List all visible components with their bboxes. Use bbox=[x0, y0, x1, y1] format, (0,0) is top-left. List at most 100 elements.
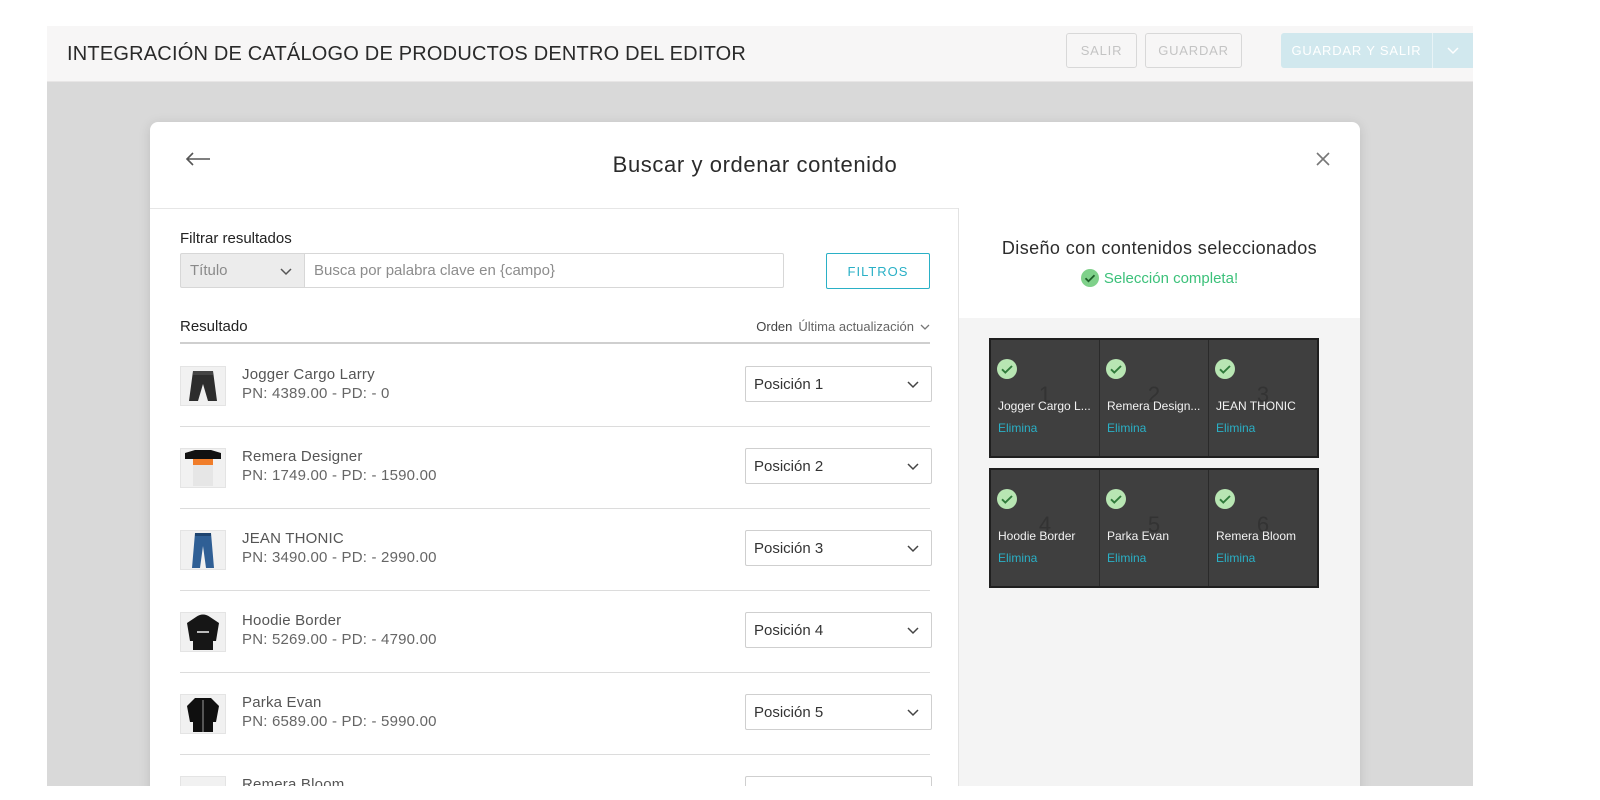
order-label: Orden bbox=[756, 319, 793, 334]
remove-link[interactable]: Elimina bbox=[998, 421, 1037, 435]
position-value: Posición 4 bbox=[754, 621, 824, 639]
product-name: Jogger Cargo Larry bbox=[242, 366, 375, 383]
jeans-icon bbox=[192, 533, 214, 568]
slot-product-name: Remera Design... bbox=[1107, 399, 1201, 413]
product-name: Parka Evan bbox=[242, 694, 322, 711]
selection-title: Diseño con contenidos seleccionados bbox=[1001, 238, 1318, 258]
modal-title: Buscar y ordenar contenido bbox=[612, 152, 898, 177]
position-select[interactable]: Posición 1 bbox=[745, 366, 932, 402]
result-row: Jogger Cargo Larry PN: 4389.00 - PD: - 0… bbox=[180, 344, 932, 427]
check-circle-icon bbox=[1080, 269, 1099, 287]
product-thumbnail bbox=[180, 612, 226, 652]
product-name: Remera Designer bbox=[242, 448, 363, 465]
product-name: Hoodie Border bbox=[242, 612, 342, 629]
order-value: Última actualización bbox=[798, 319, 914, 334]
layout-row: 4 Hoodie Border Elimina 5 Parka Evan Eli… bbox=[989, 468, 1319, 588]
selection-status-text: Selección completa! bbox=[1103, 269, 1239, 287]
parka-icon bbox=[187, 698, 219, 732]
editor-app: INTEGRACIÓN DE CATÁLOGO DE PRODUCTOS DEN… bbox=[47, 26, 1473, 786]
position-select[interactable]: Posición 2 bbox=[745, 448, 932, 484]
chevron-down-icon bbox=[907, 623, 919, 643]
check-circle-icon bbox=[997, 359, 1017, 379]
result-row: Remera Designer PN: 1749.00 - PD: - 1590… bbox=[180, 426, 932, 509]
remove-link[interactable]: Elimina bbox=[1216, 421, 1255, 435]
result-row: Parka Evan PN: 6589.00 - PD: - 5990.00 P… bbox=[180, 672, 932, 755]
modal-header: Buscar y ordenar contenido bbox=[150, 122, 1360, 209]
guardar-y-salir-button[interactable]: GUARDAR Y SALIR bbox=[1281, 33, 1473, 68]
layout-slot: 4 Hoodie Border Elimina bbox=[991, 470, 1100, 586]
results-label: Resultado bbox=[180, 318, 248, 335]
tshirt-icon bbox=[185, 450, 221, 486]
layout-slot: 3 JEAN THONIC Elimina bbox=[1209, 340, 1317, 456]
slot-product-name: Hoodie Border bbox=[998, 529, 1076, 543]
check-circle-icon bbox=[1106, 359, 1126, 379]
filtros-button[interactable]: FILTROS bbox=[826, 253, 930, 289]
guardar-y-salir-label[interactable]: GUARDAR Y SALIR bbox=[1281, 33, 1433, 68]
remove-link[interactable]: Elimina bbox=[998, 551, 1037, 565]
salir-button[interactable]: SALIR bbox=[1066, 33, 1137, 68]
position-value: Posición 5 bbox=[754, 703, 824, 721]
product-thumbnail bbox=[180, 530, 226, 570]
product-thumbnail bbox=[180, 448, 226, 488]
chevron-down-icon[interactable] bbox=[1433, 33, 1473, 68]
layout-slot: 1 Jogger Cargo L... Elimina bbox=[991, 340, 1100, 456]
sort-order-select[interactable]: Orden Última actualización bbox=[756, 319, 930, 334]
editor-title: INTEGRACIÓN DE CATÁLOGO DE PRODUCTOS DEN… bbox=[67, 43, 747, 65]
hoodie-icon bbox=[187, 614, 219, 650]
slot-product-name: Remera Bloom bbox=[1216, 529, 1297, 543]
chevron-down-icon bbox=[280, 263, 292, 283]
search-order-modal: Buscar y ordenar contenido Filtrar resul… bbox=[150, 122, 1360, 786]
chevron-down-icon bbox=[907, 377, 919, 397]
position-select[interactable]: Posición 3 bbox=[745, 530, 932, 566]
product-thumbnail bbox=[180, 694, 226, 734]
chevron-down-icon bbox=[907, 459, 919, 479]
chevron-down-icon bbox=[907, 541, 919, 561]
product-price: PN: 5269.00 - PD: - 4790.00 bbox=[242, 631, 437, 648]
pants-icon bbox=[189, 371, 217, 401]
remove-link[interactable]: Elimina bbox=[1107, 421, 1146, 435]
check-circle-icon bbox=[1215, 359, 1235, 379]
result-row: JEAN THONIC PN: 3490.00 - PD: - 2990.00 … bbox=[180, 508, 932, 591]
guardar-button[interactable]: GUARDAR bbox=[1145, 33, 1242, 68]
slot-product-name: JEAN THONIC bbox=[1216, 399, 1296, 413]
top-bar: INTEGRACIÓN DE CATÁLOGO DE PRODUCTOS DEN… bbox=[47, 26, 1473, 82]
layout-row: 1 Jogger Cargo L... Elimina 2 Remera Des… bbox=[989, 338, 1319, 458]
position-value: Posición 3 bbox=[754, 539, 824, 557]
position-select[interactable]: Posición 5 bbox=[745, 694, 932, 730]
product-price: PN: 6589.00 - PD: - 5990.00 bbox=[242, 713, 437, 730]
product-price: PN: 1749.00 - PD: - 1590.00 bbox=[242, 467, 437, 484]
filter-field-value: Título bbox=[190, 262, 228, 279]
result-row: Remera Bloom bbox=[180, 754, 932, 786]
search-input[interactable] bbox=[304, 253, 784, 288]
check-circle-icon bbox=[1215, 489, 1235, 509]
layout-slot: 6 Remera Bloom Elimina bbox=[1209, 470, 1317, 586]
close-icon[interactable] bbox=[1308, 144, 1338, 174]
position-select[interactable]: Posición 4 bbox=[745, 612, 932, 648]
slot-product-name: Parka Evan bbox=[1107, 529, 1170, 543]
filter-label: Filtrar resultados bbox=[180, 230, 292, 247]
results-panel: Filtrar resultados Título FILTROS Result… bbox=[150, 208, 958, 786]
product-name: JEAN THONIC bbox=[242, 530, 344, 547]
check-circle-icon bbox=[997, 489, 1017, 509]
layout-slot: 5 Parka Evan Elimina bbox=[1100, 470, 1209, 586]
position-value: Posición 1 bbox=[754, 375, 824, 393]
selection-panel: Diseño con contenidos seleccionados Sele… bbox=[959, 208, 1360, 786]
layout-slot: 2 Remera Design... Elimina bbox=[1100, 340, 1209, 456]
position-select[interactable] bbox=[745, 776, 932, 786]
result-row: Hoodie Border PN: 5269.00 - PD: - 4790.0… bbox=[180, 590, 932, 673]
chevron-down-icon bbox=[920, 324, 930, 330]
chevron-down-icon bbox=[907, 705, 919, 725]
product-thumbnail bbox=[180, 776, 226, 786]
check-circle-icon bbox=[1106, 489, 1126, 509]
filter-field-select[interactable]: Título bbox=[180, 253, 304, 288]
product-price: PN: 4389.00 - PD: - 0 bbox=[242, 385, 390, 402]
product-price: PN: 3490.00 - PD: - 2990.00 bbox=[242, 549, 437, 566]
product-name: Remera Bloom bbox=[242, 776, 345, 786]
remove-link[interactable]: Elimina bbox=[1107, 551, 1146, 565]
remove-link[interactable]: Elimina bbox=[1216, 551, 1255, 565]
selection-header: Diseño con contenidos seleccionados Sele… bbox=[959, 208, 1360, 318]
product-thumbnail bbox=[180, 366, 226, 406]
selection-status: Selección completa! bbox=[959, 269, 1360, 287]
position-value: Posición 2 bbox=[754, 457, 824, 475]
slot-product-name: Jogger Cargo L... bbox=[998, 399, 1091, 413]
